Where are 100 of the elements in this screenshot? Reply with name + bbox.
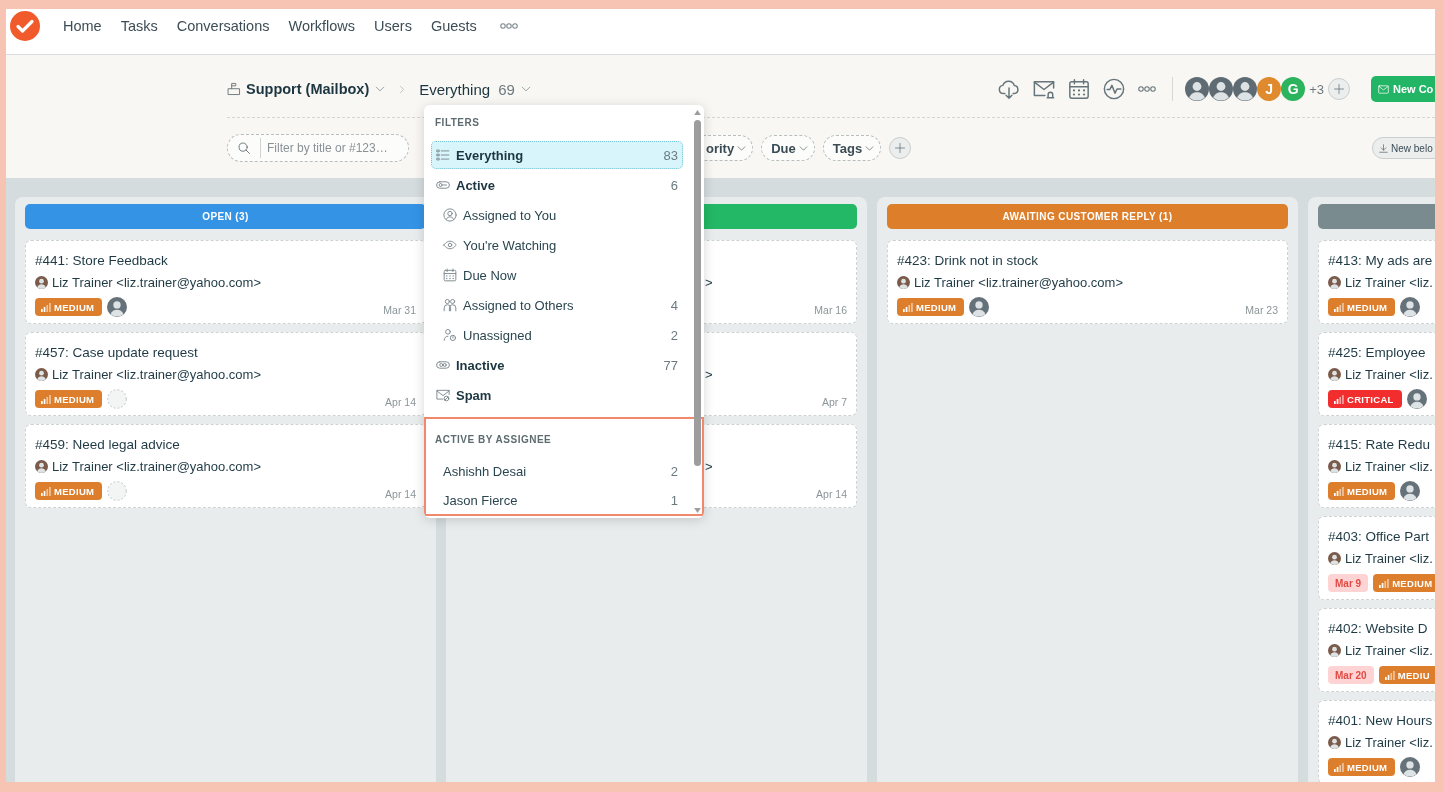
filter-menu-item[interactable]: Ashishh Desai 2 xyxy=(431,458,683,485)
filter-menu-item[interactable]: Assigned to You xyxy=(431,201,683,229)
ticket-card[interactable]: #457: Case update request Liz Trainer <liz.trainer@yahoo.com> MEDIUM Apr 14 xyxy=(25,332,426,416)
requester-name: Liz Trainer <liz. xyxy=(1345,642,1433,658)
avatar-icon xyxy=(35,459,48,473)
avatar-icon xyxy=(35,367,48,381)
requester-email-end: > xyxy=(705,274,713,290)
avatar-icon xyxy=(35,275,48,289)
more-icon[interactable] xyxy=(1138,86,1157,92)
filter-menu-item[interactable]: Assigned to Others 4 xyxy=(431,291,683,319)
item-count: 2 xyxy=(670,327,678,343)
view-dropdown[interactable]: Everything 69 xyxy=(419,80,531,98)
filter-menu-item[interactable]: You're Watching xyxy=(431,231,683,259)
priority-badge: MEDIUM xyxy=(897,298,965,316)
mail-blocked-icon xyxy=(436,388,450,402)
filter-menu-item[interactable]: Jason Fierce 1 xyxy=(431,487,683,514)
requester-name: Liz Trainer <liz.trainer@yahoo.com> xyxy=(52,458,261,474)
ticket-card[interactable]: #401: New Hours Liz Trainer <liz. MEDIUM xyxy=(1318,700,1435,782)
avatar-icon xyxy=(1328,551,1341,565)
card-title: #425: Employee xyxy=(1328,344,1426,362)
column-header: OPEN (3) xyxy=(25,204,426,229)
ticket-card[interactable]: #403: Office Part Liz Trainer <liz. Mar 9 MEDIUM xyxy=(1318,516,1435,600)
chevron-down-icon xyxy=(520,84,531,94)
ticket-card[interactable]: #441: Store Feedback Liz Trainer <liz.trainer@yahoo.com> MEDIUM Mar 31 xyxy=(25,240,426,324)
section-heading: ACTIVE BY ASSIGNEE xyxy=(434,433,553,447)
card-title: #403: Office Part xyxy=(1328,528,1430,546)
ticket-card[interactable]: #413: My ads are Liz Trainer <liz. MEDIUM xyxy=(1318,240,1435,324)
calendar-icon xyxy=(443,268,457,282)
avatar-icon xyxy=(1328,459,1341,473)
filter-pill[interactable]: Due xyxy=(761,135,815,161)
card-title: #413: My ads are xyxy=(1328,252,1433,270)
ticket-card[interactable]: #402: Website D Liz Trainer <liz. Mar 20 MEDIU xyxy=(1318,608,1435,692)
ticket-card[interactable]: #425: Employee Liz Trainer <liz. CRITICAL xyxy=(1318,332,1435,416)
card-date: Mar 23 xyxy=(1245,304,1278,316)
requester-name: Liz Trainer <liz. xyxy=(1345,366,1433,382)
signal-bars-icon xyxy=(41,394,51,404)
search-field[interactable]: Filter by title or #123… xyxy=(227,134,409,162)
new-below-button[interactable]: New belo xyxy=(1372,137,1435,159)
due-date-tag: Mar 9 xyxy=(1328,574,1369,592)
users-icon xyxy=(443,298,457,312)
priority-badge: CRITICAL xyxy=(1328,390,1402,408)
nav-link[interactable]: Conversations xyxy=(176,17,270,34)
card-title: #415: Rate Redu xyxy=(1328,436,1431,454)
signal-bars-icon xyxy=(1379,578,1390,588)
filter-menu-item[interactable]: Active 6 xyxy=(431,171,683,199)
item-count: 4 xyxy=(670,297,678,313)
filter-menu-item[interactable]: Inactive 77 xyxy=(431,351,683,379)
add-filter-button[interactable] xyxy=(889,137,912,159)
mail-bell-icon[interactable] xyxy=(1033,78,1056,100)
signal-bars-icon xyxy=(1384,670,1395,680)
avatar-icon xyxy=(1328,367,1341,381)
due-date-tag: Mar 20 xyxy=(1328,666,1374,684)
card-date: Apr 7 xyxy=(821,396,847,408)
scroll-up-icon[interactable] xyxy=(694,110,701,115)
mailbox-dropdown[interactable]: Support (Mailbox) xyxy=(227,81,386,97)
filter-menu-item[interactable]: Spam xyxy=(431,381,683,409)
ticket-card[interactable]: #459: Need legal advice Liz Trainer <liz.trainer@yahoo.com> MEDIUM Apr 14 xyxy=(25,424,426,508)
requester-name: Liz Trainer <liz.trainer@yahoo.com> xyxy=(52,274,261,290)
filter-menu-item[interactable]: Everything 83 xyxy=(431,141,683,169)
avatar-icon xyxy=(1185,77,1210,101)
priority-badge: MEDIUM xyxy=(1328,298,1396,316)
priority-badge: MEDIUM xyxy=(35,298,103,316)
calendar-icon[interactable] xyxy=(1068,78,1091,100)
activity-icon[interactable] xyxy=(1103,78,1126,100)
signal-bars-icon xyxy=(903,302,913,312)
user-circle-icon xyxy=(443,208,457,222)
priority-badge: MEDIUM xyxy=(1328,482,1396,500)
user-icon xyxy=(443,328,457,342)
filter-menu-item[interactable]: Due Now xyxy=(431,261,683,289)
ticket-card[interactable]: #423: Drink not in stock Liz Trainer <liz.trainer@yahoo.com> MEDIUM Mar 23 xyxy=(887,240,1288,324)
add-member-button[interactable] xyxy=(1328,78,1350,100)
item-count: 1 xyxy=(670,493,678,508)
logo-icon[interactable] xyxy=(10,10,40,41)
requester-name: Liz Trainer <liz.trainer@yahoo.com> xyxy=(52,366,261,382)
card-date: Mar 16 xyxy=(814,304,847,316)
requester-name: Liz Trainer <liz.trainer@yahoo.com> xyxy=(914,274,1123,290)
avatar-icon xyxy=(1233,77,1258,101)
nav-link[interactable]: Tasks xyxy=(120,17,158,34)
card-date: Apr 14 xyxy=(385,396,416,408)
filter-menu-item[interactable]: Unassigned 2 xyxy=(431,321,683,349)
card-date: Apr 14 xyxy=(385,488,416,500)
nav-link[interactable]: Home xyxy=(63,17,102,34)
priority-badge: MEDIUM xyxy=(1373,574,1435,592)
card-title: #459: Need legal advice xyxy=(35,436,180,454)
ticket-card[interactable]: #415: Rate Redu Liz Trainer <liz. MEDIUM xyxy=(1318,424,1435,508)
cloud-download-icon[interactable] xyxy=(998,78,1021,100)
toggle-icon xyxy=(436,178,450,192)
requester-name: Liz Trainer <liz. xyxy=(1345,550,1433,566)
card-title: #402: Website D xyxy=(1328,620,1428,638)
nav-link[interactable]: Workflows xyxy=(288,17,356,34)
mailbox-icon xyxy=(227,82,241,96)
nav-link[interactable]: Users xyxy=(374,17,412,34)
toggle-icon xyxy=(436,358,450,372)
avatar-icon xyxy=(1209,77,1234,101)
scrollbar-thumb[interactable] xyxy=(694,120,701,466)
nav-link[interactable]: Guests xyxy=(430,17,477,34)
item-count: 77 xyxy=(663,357,678,373)
more-icon[interactable] xyxy=(499,22,518,29)
signal-bars-icon xyxy=(1334,394,1344,404)
filter-pill[interactable]: Tags xyxy=(822,135,882,161)
